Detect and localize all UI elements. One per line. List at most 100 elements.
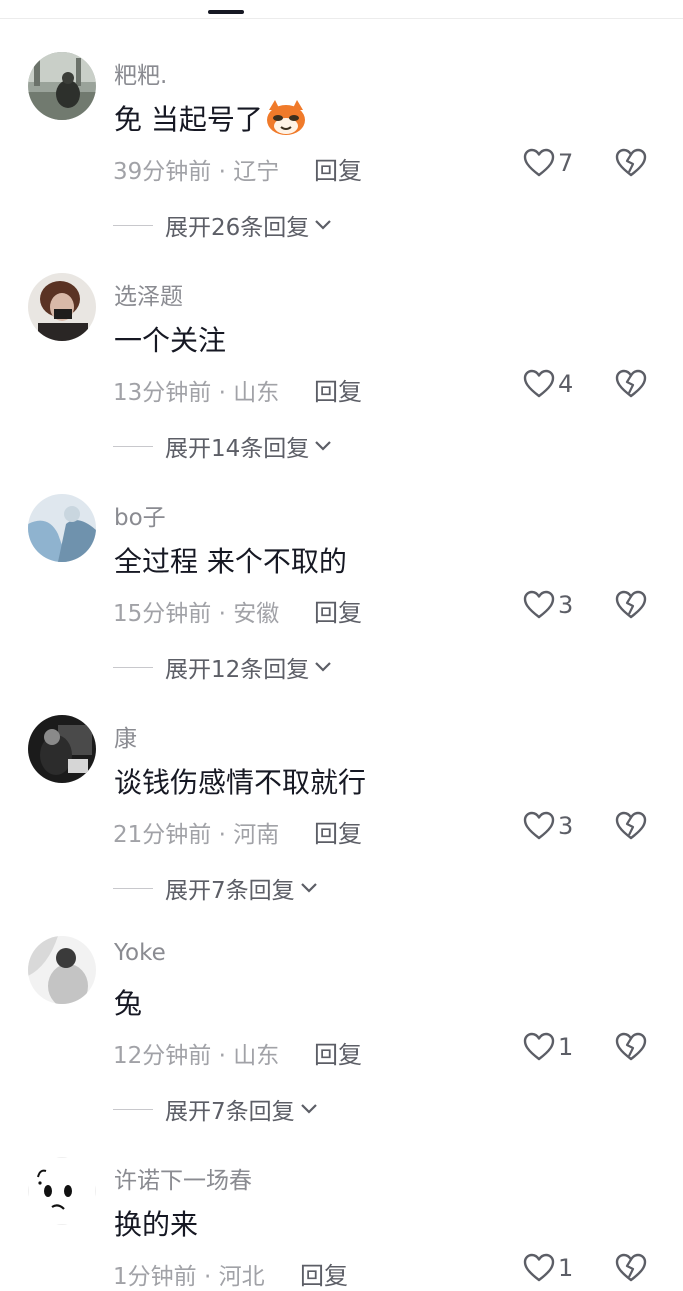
comment-location: 安徽: [233, 601, 280, 627]
broken-heart-icon: [615, 811, 647, 840]
like-count: 7: [558, 149, 574, 177]
meta-separator: ·: [218, 601, 226, 627]
comment-text-content: 全过程 来个不取的: [114, 545, 347, 578]
like-count: 3: [558, 812, 574, 840]
expand-replies-label: 展开7条回复: [165, 1099, 295, 1125]
heart-outline-icon: [523, 590, 555, 619]
heart-outline-icon: [523, 369, 555, 398]
comment-location: 山东: [233, 1043, 280, 1069]
comment-text: 谈钱伤感情不取就行: [114, 761, 366, 801]
expand-replies-button[interactable]: 展开14条回复: [113, 429, 333, 463]
comment-username[interactable]: 选泽题: [114, 277, 183, 311]
expand-replies-button[interactable]: 展开12条回复: [113, 650, 333, 684]
divider-line: [113, 666, 153, 668]
comment-meta: 1分钟前 · 河北: [113, 1257, 265, 1291]
like-button[interactable]: 3: [523, 811, 573, 841]
like-button[interactable]: 1: [523, 1032, 573, 1062]
broken-heart-icon: [615, 1253, 647, 1282]
avatar[interactable]: [28, 494, 96, 562]
dislike-button[interactable]: [614, 811, 648, 845]
divider-line: [113, 1108, 153, 1110]
fox-emoji-icon: [266, 100, 305, 135]
reply-button[interactable]: 回复: [300, 1256, 348, 1291]
comment-text-content: 兔: [114, 987, 143, 1020]
reply-button[interactable]: 回复: [314, 814, 362, 849]
avatar[interactable]: [28, 936, 96, 1004]
comment-meta: 21分钟前 · 河南: [113, 815, 279, 849]
heart-outline-icon: [523, 148, 555, 177]
dislike-button[interactable]: [614, 590, 648, 624]
comment-text: 换的来: [114, 1203, 198, 1243]
comment-username[interactable]: bo子: [114, 498, 166, 532]
broken-heart-icon: [615, 590, 647, 619]
comment-text: 一个关注: [114, 319, 226, 359]
comment-time: 12分钟前: [113, 1043, 212, 1069]
divider-line: [113, 887, 153, 889]
dislike-button[interactable]: [614, 148, 648, 182]
comment-username[interactable]: 粑粑.: [114, 56, 167, 90]
meta-separator: ·: [218, 159, 226, 185]
comment-text: 兔: [114, 982, 142, 1022]
comment-item: Yoke 兔 12分钟前 · 山东 回复 1 展开7条回复: [0, 936, 683, 1158]
comment-time: 1分钟前: [113, 1264, 197, 1290]
like-button[interactable]: 4: [523, 369, 573, 399]
comment-item: 康 谈钱伤感情不取就行 21分钟前 · 河南 回复 3 展开7条回复: [0, 715, 683, 937]
comment-meta: 12分钟前 · 山东: [113, 1036, 279, 1070]
broken-heart-icon: [615, 1032, 647, 1061]
comment-item: 许诺下一场春 换的来 1分钟前 · 河北 回复 1: [0, 1157, 683, 1290]
heart-outline-icon: [523, 1253, 555, 1282]
like-button[interactable]: 1: [523, 1253, 573, 1283]
chevron-down-icon: [315, 441, 332, 451]
expand-replies-label: 展开7条回复: [165, 878, 295, 904]
like-button[interactable]: 3: [523, 590, 573, 620]
expand-replies-label: 展开14条回复: [165, 436, 310, 462]
like-count: 4: [558, 370, 574, 398]
expand-replies-button[interactable]: 展开7条回复: [113, 1092, 319, 1126]
chevron-down-icon: [300, 1104, 317, 1114]
meta-separator: ·: [218, 822, 226, 848]
heart-outline-icon: [523, 811, 555, 840]
meta-separator: ·: [218, 380, 226, 406]
dislike-button[interactable]: [614, 1253, 648, 1287]
comment-location: 河南: [233, 822, 280, 848]
comment-time: 21分钟前: [113, 822, 212, 848]
comment-location: 辽宁: [233, 159, 280, 185]
comment-text: 免 当起号了: [114, 98, 307, 138]
like-count: 1: [558, 1254, 574, 1282]
comment-username[interactable]: 许诺下一场春: [114, 1161, 252, 1195]
avatar[interactable]: [28, 1157, 96, 1225]
like-count: 3: [558, 591, 574, 619]
avatar[interactable]: [28, 52, 96, 120]
comment-location: 河北: [218, 1264, 265, 1290]
avatar[interactable]: [28, 715, 96, 783]
comment-time: 15分钟前: [113, 601, 212, 627]
like-count: 1: [558, 1033, 574, 1061]
dislike-button[interactable]: [614, 369, 648, 403]
heart-outline-icon: [523, 1032, 555, 1061]
comment-text-content: 谈钱伤感情不取就行: [114, 766, 367, 799]
comment-meta: 39分钟前 · 辽宁: [113, 152, 279, 186]
comment-text-content: 换的来: [114, 1208, 199, 1241]
comment-meta: 13分钟前 · 山东: [113, 373, 279, 407]
comment-username[interactable]: 康: [114, 719, 137, 753]
divider-line: [113, 224, 153, 226]
expand-replies-button[interactable]: 展开7条回复: [113, 871, 319, 905]
comment-item: 选泽题 一个关注 13分钟前 · 山东 回复 4 展开14条回复: [0, 273, 683, 495]
chevron-down-icon: [315, 220, 332, 230]
reply-button[interactable]: 回复: [314, 151, 362, 186]
expand-replies-button[interactable]: 展开26条回复: [113, 208, 333, 242]
comment-meta: 15分钟前 · 安徽: [113, 594, 279, 628]
avatar[interactable]: [28, 273, 96, 341]
reply-button[interactable]: 回复: [314, 1035, 362, 1070]
chevron-down-icon: [300, 883, 317, 893]
dislike-button[interactable]: [614, 1032, 648, 1066]
comment-username[interactable]: Yoke: [114, 940, 166, 966]
comment-item: 粑粑. 免 当起号了 39分钟前 · 辽宁 回复 7 展开26条回复: [0, 52, 683, 274]
like-button[interactable]: 7: [523, 148, 573, 178]
meta-separator: ·: [203, 1264, 212, 1290]
broken-heart-icon: [615, 148, 647, 177]
top-tab-bar: [0, 0, 683, 19]
reply-button[interactable]: 回复: [314, 593, 362, 628]
comment-text-content: 免 当起号了: [114, 103, 263, 136]
reply-button[interactable]: 回复: [314, 372, 362, 407]
